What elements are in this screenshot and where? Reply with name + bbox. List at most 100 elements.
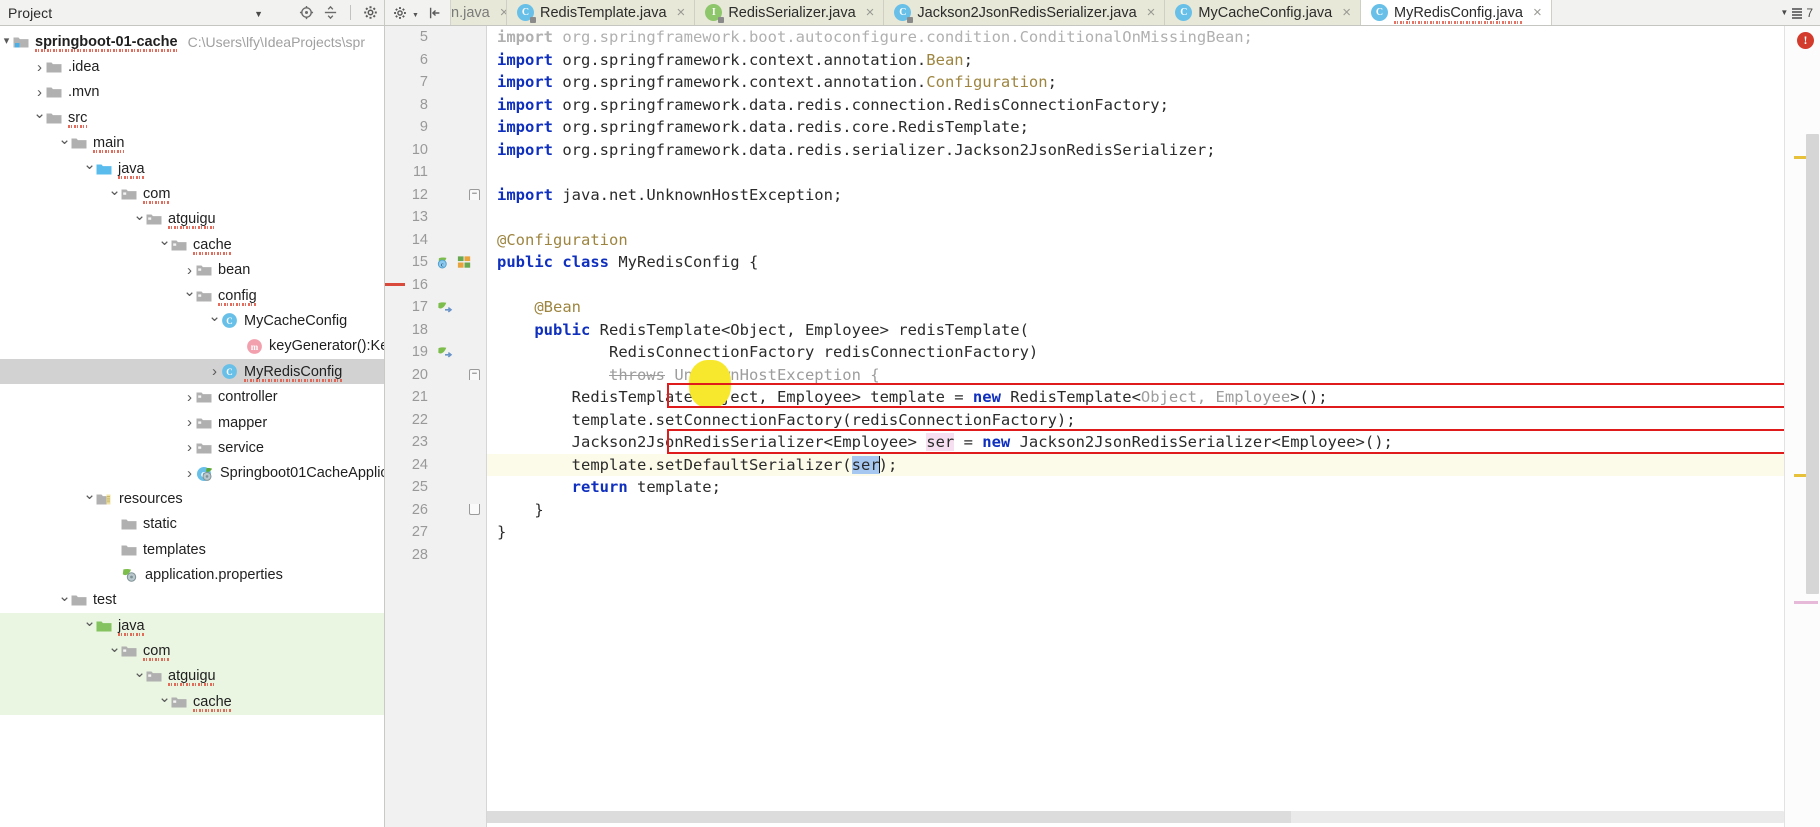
chevron-down-icon[interactable]: ⌄ bbox=[108, 183, 121, 198]
spring-bean-nav-icon[interactable] bbox=[437, 299, 454, 316]
tree-item-myredisconfig[interactable]: ›CMyRedisConfig bbox=[0, 359, 384, 384]
gutter-line-6[interactable]: 6 bbox=[385, 49, 486, 72]
gutter-line-24[interactable]: 24 bbox=[385, 454, 486, 477]
chevron-right-icon[interactable]: › bbox=[183, 466, 196, 481]
editor-tab-redisserializer[interactable]: I RedisSerializer.java × bbox=[695, 0, 884, 25]
gutter-line-13[interactable]: 13 bbox=[385, 206, 486, 229]
spring-bean-icon[interactable]: c bbox=[437, 254, 454, 271]
tree-item-cache[interactable]: ⌄cache bbox=[0, 689, 384, 714]
hide-panel-icon[interactable] bbox=[428, 6, 442, 20]
code-line-20[interactable]: throws UnknownHostException { bbox=[487, 364, 1784, 387]
code-line-13[interactable] bbox=[487, 206, 1784, 229]
chevron-down-icon[interactable]: ⌄ bbox=[58, 589, 71, 604]
chevron-down-icon[interactable]: ▼ bbox=[412, 12, 419, 19]
gutter-line-8[interactable]: 8 bbox=[385, 94, 486, 117]
tree-item-java[interactable]: ⌄java bbox=[0, 613, 384, 638]
tree-item-atguigu[interactable]: ⌄atguigu bbox=[0, 207, 384, 232]
gutter-line-11[interactable]: 11 bbox=[385, 161, 486, 184]
tree-item-keygenerator-keyge[interactable]: mkeyGenerator():KeyGe bbox=[0, 334, 384, 359]
gutter-line-26[interactable]: 26 bbox=[385, 499, 486, 522]
code-line-9[interactable]: import org.springframework.data.redis.co… bbox=[487, 116, 1784, 139]
vertical-scrollbar-thumb[interactable] bbox=[1806, 134, 1819, 594]
gutter-line-21[interactable]: 21 bbox=[385, 386, 486, 409]
gutter-line-18[interactable]: 18 bbox=[385, 319, 486, 342]
code-line-24[interactable]: template.setDefaultSerializer(ser); bbox=[487, 454, 1784, 477]
tree-item-idea[interactable]: ›.idea bbox=[0, 54, 384, 79]
tree-item-templates[interactable]: templates bbox=[0, 537, 384, 562]
gutter-line-12[interactable]: 12− bbox=[385, 184, 486, 207]
gutter-line-20[interactable]: 20− bbox=[385, 364, 486, 387]
collapse-all-icon[interactable] bbox=[323, 5, 338, 20]
tree-item-controller[interactable]: ›controller bbox=[0, 384, 384, 409]
project-tree[interactable]: ▾ springboot-01-cache C:\Users\lfy\IdeaP… bbox=[0, 26, 385, 827]
code-line-10[interactable]: import org.springframework.data.redis.se… bbox=[487, 139, 1784, 162]
settings-gear-icon[interactable] bbox=[393, 6, 407, 20]
code-line-16[interactable] bbox=[487, 274, 1784, 297]
errors-found-icon[interactable]: ! bbox=[1797, 32, 1814, 49]
tree-item-com[interactable]: ⌄com bbox=[0, 181, 384, 206]
tree-item-com[interactable]: ⌄com bbox=[0, 638, 384, 663]
horizontal-scrollbar-thumb[interactable] bbox=[487, 811, 1291, 823]
chevron-right-icon[interactable]: › bbox=[183, 415, 196, 430]
close-icon[interactable]: × bbox=[866, 5, 875, 20]
chevron-down-icon[interactable]: ⌄ bbox=[158, 233, 171, 248]
gutter-line-15[interactable]: 15c bbox=[385, 251, 486, 274]
chevron-down-icon[interactable]: ⌄ bbox=[133, 208, 146, 223]
chevron-right-icon[interactable]: › bbox=[33, 60, 46, 75]
chevron-down-icon[interactable]: ⌄ bbox=[108, 640, 121, 655]
gutter-line-7[interactable]: 7 bbox=[385, 71, 486, 94]
vertical-scrollbar[interactable] bbox=[1805, 134, 1820, 827]
tree-item-application-properties[interactable]: application.properties bbox=[0, 562, 384, 587]
gutter-line-17[interactable]: 17 bbox=[385, 296, 486, 319]
chevron-right-icon[interactable]: › bbox=[183, 390, 196, 405]
tree-item-mapper[interactable]: ›mapper bbox=[0, 410, 384, 435]
tree-item-java[interactable]: ⌄java bbox=[0, 156, 384, 181]
chevron-right-icon[interactable]: › bbox=[183, 263, 196, 278]
gutter-line-10[interactable]: 10 bbox=[385, 139, 486, 162]
code-line-28[interactable] bbox=[487, 544, 1784, 567]
code-line-15[interactable]: public class MyRedisConfig { bbox=[487, 251, 1784, 274]
chevron-right-icon[interactable]: › bbox=[183, 440, 196, 455]
chevron-down-icon[interactable]: ⌄ bbox=[183, 284, 196, 299]
tree-item-springboot01cacheapplicat[interactable]: ›CSpringboot01CacheApplicat bbox=[0, 461, 384, 486]
tree-item-cache[interactable]: ⌄cache bbox=[0, 232, 384, 257]
spring-config-icon[interactable] bbox=[456, 254, 473, 271]
gutter-line-9[interactable]: 9 bbox=[385, 116, 486, 139]
gutter-line-28[interactable]: 28 bbox=[385, 544, 486, 567]
close-icon[interactable]: × bbox=[1533, 5, 1542, 20]
code-fold-toggle[interactable]: − bbox=[469, 369, 480, 380]
editor-tab-redistemplate[interactable]: C RedisTemplate.java × bbox=[507, 0, 695, 25]
chevron-down-icon[interactable]: ⌄ bbox=[83, 487, 96, 502]
code-line-6[interactable]: import org.springframework.context.annot… bbox=[487, 49, 1784, 72]
editor-tab-mycacheconfig[interactable]: C MyCacheConfig.java × bbox=[1165, 0, 1361, 25]
code-line-22[interactable]: template.setConnectionFactory(redisConne… bbox=[487, 409, 1784, 432]
gutter-line-27[interactable]: 27 bbox=[385, 521, 486, 544]
chevron-down-icon[interactable]: ▾ bbox=[0, 36, 13, 47]
gutter-line-19[interactable]: 19 bbox=[385, 341, 486, 364]
tree-item-atguigu[interactable]: ⌄atguigu bbox=[0, 664, 384, 689]
code-line-12[interactable]: import java.net.UnknownHostException; bbox=[487, 184, 1784, 207]
chevron-down-icon[interactable]: ⌄ bbox=[83, 614, 96, 629]
gutter-line-22[interactable]: 22 bbox=[385, 409, 486, 432]
code-editor[interactable]: 56789101112−131415c1617181920−2122232425… bbox=[385, 26, 1820, 827]
code-line-26[interactable]: } bbox=[487, 499, 1784, 522]
code-line-7[interactable]: import org.springframework.context.annot… bbox=[487, 71, 1784, 94]
gutter-line-25[interactable]: 25 bbox=[385, 476, 486, 499]
code-line-19[interactable]: RedisConnectionFactory redisConnectionFa… bbox=[487, 341, 1784, 364]
close-icon[interactable]: × bbox=[1147, 5, 1156, 20]
project-root-row[interactable]: ▾ springboot-01-cache C:\Users\lfy\IdeaP… bbox=[0, 29, 384, 54]
tree-item-main[interactable]: ⌄main bbox=[0, 131, 384, 156]
tree-item-static[interactable]: static bbox=[0, 511, 384, 536]
close-icon[interactable]: × bbox=[500, 5, 507, 20]
editor-tab-0[interactable]: n.java × bbox=[451, 0, 507, 25]
close-icon[interactable]: × bbox=[1342, 5, 1351, 20]
code-fold-toggle[interactable]: − bbox=[469, 189, 480, 200]
tab-overflow-control[interactable]: ▼ 7 bbox=[1773, 0, 1820, 25]
chevron-down-icon[interactable]: ⌄ bbox=[208, 309, 221, 324]
code-line-18[interactable]: public RedisTemplate<Object, Employee> r… bbox=[487, 319, 1784, 342]
code-text-area[interactable]: import org.springframework.boot.autoconf… bbox=[487, 26, 1784, 827]
marker-gutter[interactable]: ! bbox=[1784, 26, 1820, 827]
editor-tab-jackson2jsonredisserializer[interactable]: C Jackson2JsonRedisSerializer.java × bbox=[884, 0, 1165, 25]
gutter-line-14[interactable]: 14 bbox=[385, 229, 486, 252]
chevron-down-icon[interactable]: ⌄ bbox=[133, 665, 146, 680]
